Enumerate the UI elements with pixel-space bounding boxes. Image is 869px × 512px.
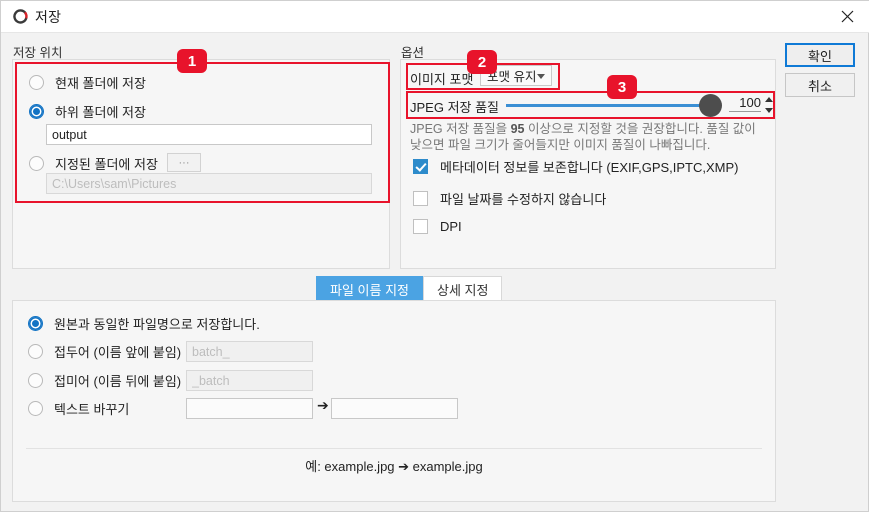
stepper-up-icon[interactable]: [765, 97, 773, 102]
checkbox-dpi[interactable]: DPI: [413, 219, 462, 234]
replace-arrow-icon: ➔: [317, 398, 329, 414]
annotation-badge-2: 2: [467, 50, 497, 74]
suffix-input[interactable]: [186, 370, 313, 391]
checkbox-indicator: [413, 219, 428, 234]
checkbox-preserve-metadata[interactable]: 메타데이터 정보를 보존합니다 (EXIF,GPS,IPTC,XMP): [413, 157, 739, 176]
browse-folder-button[interactable]: ···: [167, 153, 201, 172]
checkbox-indicator: [413, 191, 428, 206]
checkbox-label: 메타데이터 정보를 보존합니다 (EXIF,GPS,IPTC,XMP): [440, 160, 739, 175]
window-title: 저장: [35, 9, 62, 25]
radio-label: 하위 폴더에 저장: [55, 105, 146, 120]
ok-button[interactable]: 확인: [785, 43, 855, 67]
divider: [26, 448, 762, 449]
radio-label: 접두어 (이름 앞에 붙임): [54, 345, 182, 360]
checkbox-keep-file-date[interactable]: 파일 날짜를 수정하지 않습니다: [413, 189, 606, 208]
stepper-down-icon[interactable]: [765, 108, 773, 113]
subfolder-name-input[interactable]: [46, 124, 372, 145]
radio-indicator-selected: [29, 104, 44, 119]
radio-label: 지정된 폴더에 저장: [55, 157, 158, 172]
checkbox-label: 파일 날짜를 수정하지 않습니다: [440, 192, 607, 207]
radio-suffix[interactable]: 접미어 (이름 뒤에 붙임): [28, 371, 181, 390]
jpeg-quality-slider-handle[interactable]: [699, 94, 722, 117]
checkbox-indicator-checked: [413, 159, 428, 174]
jpeg-quality-label: JPEG 저장 품질: [410, 100, 500, 115]
radio-prefix[interactable]: 접두어 (이름 앞에 붙임): [28, 342, 181, 361]
hint-part-1: JPEG 저장 품질을: [410, 122, 511, 136]
title-bar: 저장: [1, 1, 869, 33]
radio-indicator: [29, 75, 44, 90]
replace-with-input[interactable]: [331, 398, 458, 419]
radio-indicator: [28, 344, 43, 359]
save-dialog: 저장 확인 취소 저장 위치 현재 폴더에 저장 하위 폴더에 저장 지정된 폴…: [0, 0, 869, 512]
replace-find-input[interactable]: [186, 398, 313, 419]
radio-indicator: [29, 156, 44, 171]
radio-label: 원본과 동일한 파일명으로 저장합니다.: [54, 317, 260, 332]
chevron-down-icon: [537, 74, 545, 79]
annotation-badge-1: 1: [177, 49, 207, 73]
jpeg-quality-slider-track[interactable]: [506, 104, 710, 107]
jpeg-quality-stepper[interactable]: [765, 96, 774, 114]
prefix-input[interactable]: [186, 341, 313, 362]
radio-label: 텍스트 바꾸기: [54, 402, 130, 417]
radio-save-subfolder[interactable]: 하위 폴더에 저장: [29, 102, 146, 121]
tab-detailed-settings[interactable]: 상세 지정: [422, 276, 503, 301]
radio-same-filename[interactable]: 원본과 동일한 파일명으로 저장합니다.: [28, 314, 260, 333]
close-icon[interactable]: [824, 1, 869, 32]
cancel-button[interactable]: 취소: [785, 73, 855, 97]
radio-save-specified-folder[interactable]: 지정된 폴더에 저장: [29, 154, 158, 173]
image-format-label: 이미지 포맷: [410, 72, 474, 87]
radio-indicator-selected: [28, 316, 43, 331]
jpeg-quality-value[interactable]: 100: [729, 95, 761, 112]
radio-indicator: [28, 373, 43, 388]
radio-label: 접미어 (이름 뒤에 붙임): [54, 374, 182, 389]
tab-file-naming[interactable]: 파일 이름 지정: [316, 276, 423, 301]
hint-bold-value: 95: [510, 122, 525, 136]
specified-path-input[interactable]: [46, 173, 372, 194]
annotation-badge-3: 3: [607, 75, 637, 99]
radio-indicator: [28, 401, 43, 416]
example-text: 예: example.jpg ➔ example.jpg: [305, 459, 483, 474]
jpeg-quality-hint: JPEG 저장 품질을 95 이상으로 지정할 것을 권장합니다. 품질 값이 …: [410, 121, 768, 153]
checkbox-label: DPI: [440, 219, 462, 234]
radio-save-current-folder[interactable]: 현재 폴더에 저장: [29, 73, 146, 92]
radio-label: 현재 폴더에 저장: [55, 76, 146, 91]
radio-replace-text[interactable]: 텍스트 바꾸기: [28, 399, 129, 418]
app-logo-icon: [12, 8, 29, 25]
naming-tabs: 파일 이름 지정 상세 지정: [316, 276, 503, 301]
